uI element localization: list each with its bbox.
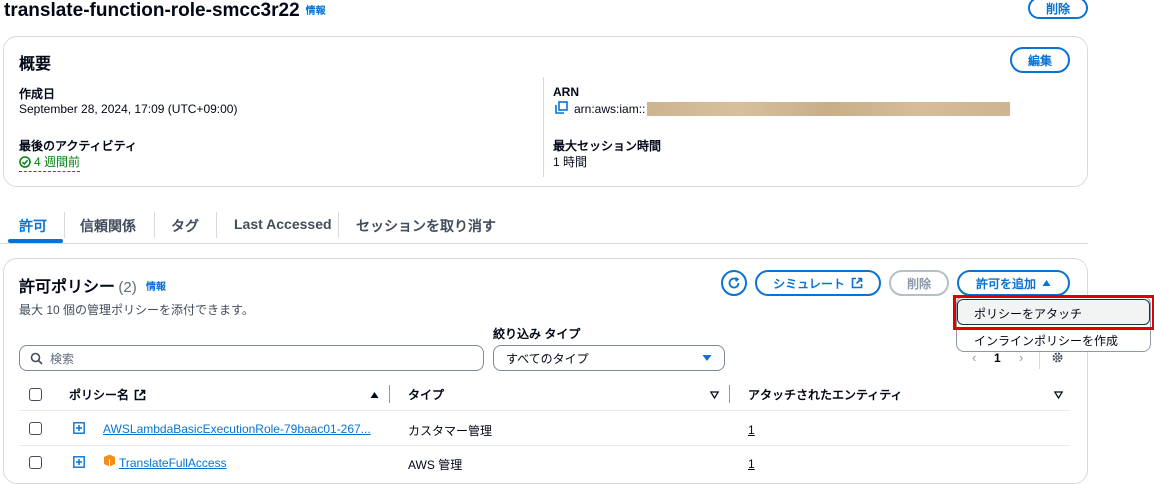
simulate-button[interactable]: シミュレート	[755, 270, 881, 296]
tab-separator	[64, 212, 65, 238]
policies-header: 許可ポリシー (2) 情報	[19, 273, 166, 297]
refresh-button[interactable]	[721, 270, 747, 296]
row-checkbox[interactable]	[29, 422, 42, 435]
summary-divider	[543, 77, 544, 177]
column-separator[interactable]	[389, 385, 390, 403]
role-name: translate-function-role-smcc3r22	[4, 0, 300, 21]
page-title: translate-function-role-smcc3r22 情報	[4, 0, 326, 22]
pagination-divider	[1039, 349, 1040, 369]
column-type[interactable]: タイプ	[408, 386, 444, 403]
search-icon	[30, 352, 43, 365]
last-activity-label: 最後のアクティビティ	[19, 139, 137, 153]
arn-value: arn:aws:iam::	[574, 102, 646, 116]
summary-heading: 概要	[19, 56, 52, 73]
external-link-icon	[134, 389, 146, 400]
table-row-divider	[19, 445, 1070, 446]
search-placeholder: 検索	[50, 351, 75, 366]
expand-row-icon[interactable]	[73, 456, 85, 471]
arn-label: ARN	[553, 85, 579, 99]
sort-icon[interactable]	[1054, 391, 1063, 399]
column-policy-name-label: ポリシー名	[69, 388, 130, 402]
tab-separator	[216, 212, 217, 238]
sort-ascending-icon[interactable]	[370, 391, 379, 399]
external-link-icon	[851, 277, 863, 289]
policy-type: AWS 管理	[408, 458, 463, 472]
policies-description: 最大 10 個の管理ポリシーを添付できます。	[19, 303, 254, 317]
remove-policy-button[interactable]: 削除	[889, 270, 949, 296]
simulate-label: シミュレート	[773, 276, 845, 291]
column-policy-name[interactable]: ポリシー名	[69, 386, 146, 403]
last-activity-text: 4 週間前	[34, 155, 81, 169]
table-header-divider	[19, 410, 1070, 411]
caret-up-icon	[1042, 280, 1051, 286]
info-link[interactable]: 情報	[306, 6, 326, 17]
active-tab-indicator	[8, 239, 63, 243]
tab-tags[interactable]: タグ	[171, 216, 199, 236]
tab-revoke-sessions[interactable]: セッションを取り消す	[356, 216, 496, 236]
search-input[interactable]: 検索	[19, 345, 484, 371]
add-permissions-button[interactable]: 許可を追加	[957, 270, 1070, 296]
sort-icon[interactable]	[710, 391, 719, 399]
policy-name-link[interactable]: TranslateFullAccess	[119, 456, 227, 470]
policies-count: (2)	[118, 279, 137, 296]
type-filter-select[interactable]: すべてのタイプ	[493, 345, 725, 371]
aws-managed-icon	[103, 454, 116, 470]
attached-entities-count[interactable]: 1	[748, 423, 755, 437]
tab-permissions[interactable]: 許可	[19, 216, 47, 236]
created-value: September 28, 2024, 17:09 (UTC+09:00)	[19, 102, 238, 116]
filter-type-label: 絞り込み タイプ	[493, 327, 581, 341]
tabs-baseline	[0, 243, 1088, 244]
policy-name-link[interactable]: AWSLambdaBasicExecutionRole-79baac01-267…	[103, 422, 371, 436]
copy-icon[interactable]	[555, 101, 568, 117]
row-checkbox[interactable]	[29, 456, 42, 469]
select-all-checkbox[interactable]	[29, 388, 42, 401]
tab-last-accessed[interactable]: Last Accessed	[234, 216, 332, 232]
policies-info-link[interactable]: 情報	[146, 282, 166, 293]
policies-heading: 許可ポリシー	[19, 279, 116, 296]
policy-type: カスタマー管理	[408, 424, 493, 438]
caret-down-icon	[702, 355, 712, 361]
created-label: 作成日	[19, 87, 56, 101]
column-separator[interactable]	[729, 385, 730, 403]
refresh-icon	[728, 276, 740, 289]
settings-gear-icon[interactable]	[1051, 351, 1064, 367]
next-page-icon[interactable]: ›	[1019, 350, 1023, 365]
expand-row-icon[interactable]	[73, 422, 85, 437]
check-circle-icon	[19, 155, 31, 168]
session-label: 最大セッション時間	[553, 139, 662, 153]
last-activity-value[interactable]: 4 週間前	[19, 153, 81, 172]
page-number[interactable]: 1	[994, 351, 1001, 365]
highlight-box	[953, 295, 1154, 330]
add-permissions-label: 許可を追加	[975, 276, 1036, 291]
arn-redacted	[647, 102, 1010, 116]
column-attached-entities[interactable]: アタッチされたエンティティ	[748, 386, 903, 403]
tab-separator	[338, 212, 339, 238]
tab-separator	[154, 212, 155, 238]
session-value: 1 時間	[553, 155, 588, 169]
attached-entities-count[interactable]: 1	[748, 457, 755, 471]
type-filter-value: すべてのタイプ	[506, 351, 589, 366]
edit-button[interactable]: 編集	[1010, 47, 1070, 73]
prev-page-icon[interactable]: ‹	[972, 350, 976, 365]
menu-item-create-inline-policy[interactable]: インラインポリシーを作成	[974, 332, 1118, 349]
tab-trust[interactable]: 信頼関係	[80, 216, 136, 236]
delete-role-button[interactable]: 削除	[1028, 0, 1088, 19]
